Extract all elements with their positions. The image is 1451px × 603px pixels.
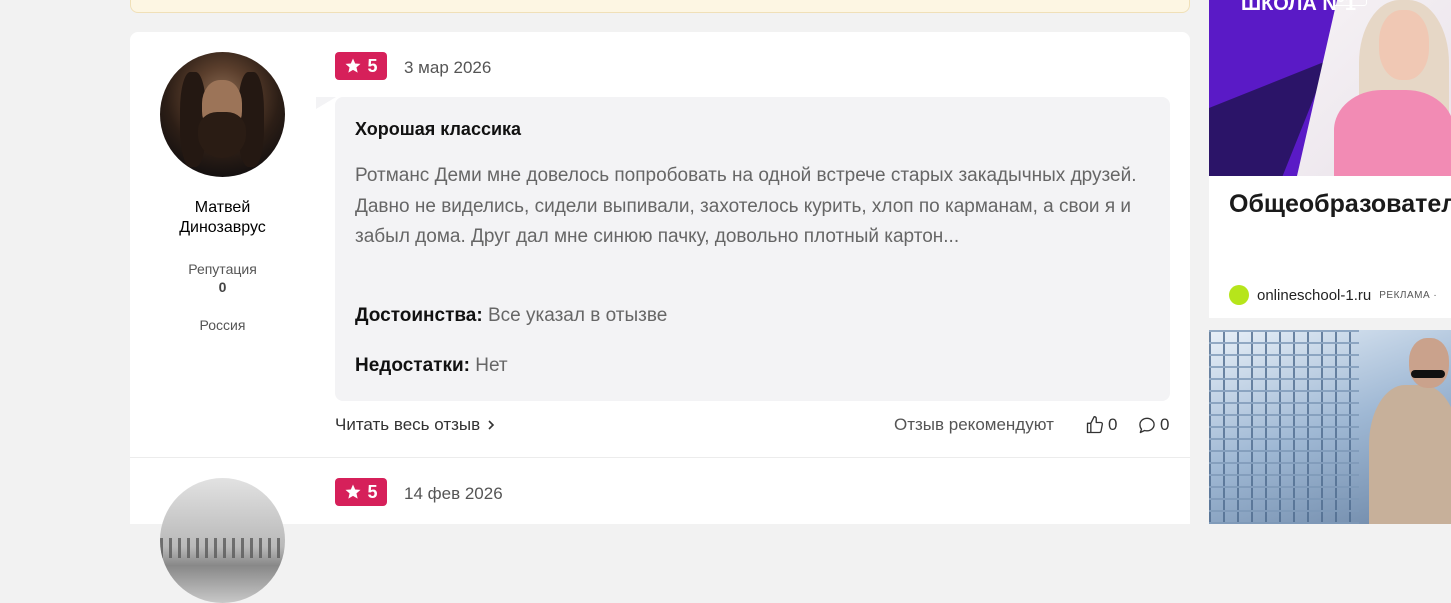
reputation-label: Репутация (188, 261, 257, 277)
pros-text: Все указал в отызве (487, 305, 668, 326)
review-cons: Недостатки: Нет (355, 355, 508, 377)
chevron-right-icon (488, 420, 495, 430)
star-icon (345, 58, 361, 73)
cons-text: Нет (475, 355, 508, 376)
avatar[interactable] (160, 478, 285, 603)
rating-value: 5 (367, 55, 378, 76)
read-more-label: Читать весь отзыв (335, 415, 481, 434)
recommend-label: Отзыв рекомендуют (894, 415, 1054, 434)
reputation-value: 0 (218, 279, 227, 295)
review-pros: Достоинства: Все указал в отызве (355, 305, 667, 327)
star-icon (345, 484, 361, 499)
review-body: Хорошая классика Ротманс Деми мне довело… (335, 97, 1170, 401)
ad-domain-row[interactable]: onlineschool-1.ru РЕКЛАМА · (1229, 285, 1437, 305)
ad-domain: onlineschool-1.ru (1257, 286, 1372, 304)
review-card: Матвей Динозаврус Репутация 0 Россия 5 3… (130, 32, 1190, 603)
thumbs-up-icon (1086, 416, 1104, 434)
notice-banner (130, 0, 1190, 13)
review-date: 3 мар 2026 (404, 58, 492, 77)
ad-image-2[interactable] (1209, 330, 1451, 524)
ad-banner[interactable]: ШКОЛА N°1 Общеобразовательная Онлайн-шко… (1209, 0, 1451, 318)
rating-badge: 5 (335, 478, 387, 506)
cons-label: Недостатки: (355, 355, 470, 376)
review-date: 14 фев 2026 (404, 484, 503, 503)
review-divider (130, 457, 1190, 458)
review-text: Ротманс Деми мне довелось попробовать на… (355, 165, 1137, 247)
avatar[interactable] (160, 52, 285, 177)
pros-label: Достоинства: (355, 305, 483, 326)
rating-badge: 5 (335, 52, 387, 80)
comment-icon (1139, 417, 1155, 434)
ad-button[interactable] (1333, 0, 1367, 6)
like-count: 0 (1108, 415, 1118, 434)
ad-title[interactable]: Общеобразовательная Онлайн-школа №1 по 1… (1229, 190, 1451, 219)
comments-button[interactable]: 0 (1137, 415, 1169, 435)
read-full-review-link[interactable]: Читать весь отзыв (335, 415, 496, 435)
ad-label: РЕКЛАМА · (1379, 289, 1438, 301)
like-button[interactable]: 0 (1085, 415, 1117, 435)
author-country: Россия (199, 317, 246, 333)
rating-value: 5 (367, 481, 378, 502)
review-title[interactable]: Хорошая классика (355, 119, 521, 140)
comment-count: 0 (1160, 415, 1170, 434)
ad-favicon-icon (1229, 285, 1249, 305)
bubble-tail (316, 97, 336, 109)
author-name[interactable]: Матвей Динозаврус (150, 198, 295, 238)
ad-image[interactable]: ШКОЛА N°1 (1209, 0, 1451, 176)
